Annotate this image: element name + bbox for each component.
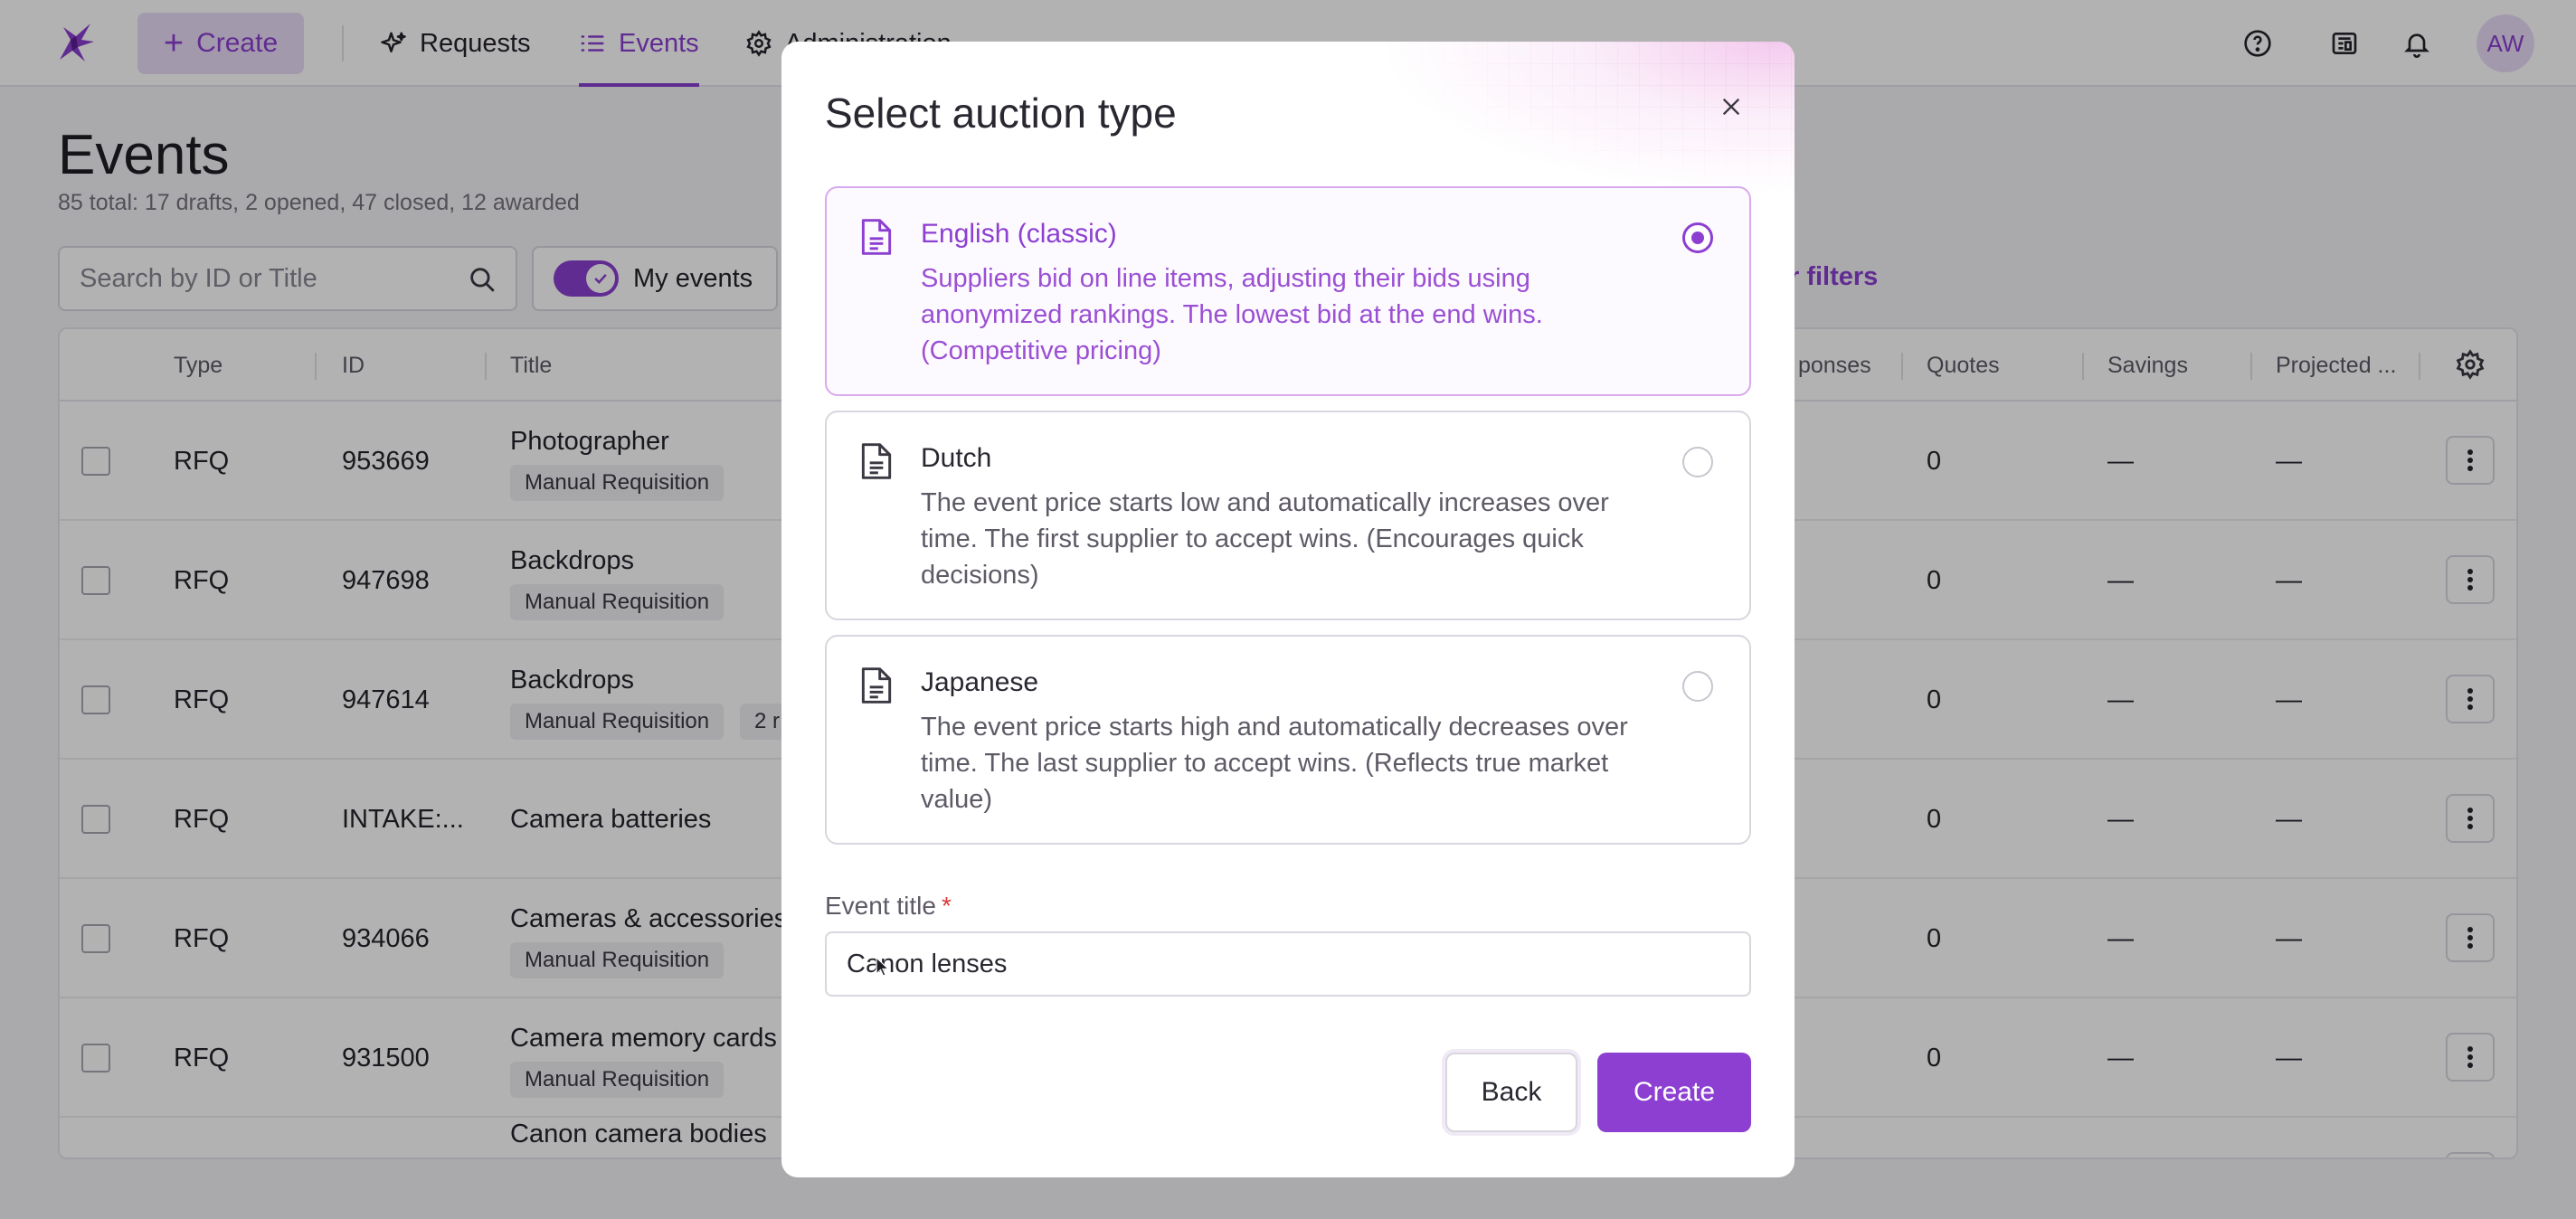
option-description: Suppliers bid on line items, adjusting t… (921, 264, 1543, 365)
dialog-title: Select auction type (825, 90, 1177, 137)
create-event-button[interactable]: Create (1597, 1053, 1751, 1132)
document-icon (861, 443, 892, 479)
option-title: English (classic) (921, 219, 1117, 249)
mouse-cursor-icon (876, 957, 890, 977)
document-icon (861, 667, 892, 704)
option-title: Dutch (921, 443, 992, 473)
event-title-label: Event title * (825, 892, 952, 921)
required-marker: * (941, 892, 952, 920)
document-icon (861, 219, 892, 255)
auction-option-dutch[interactable]: Dutch The event price starts low and aut… (825, 411, 1751, 620)
option-radio[interactable] (1682, 222, 1713, 253)
auction-option-english[interactable]: English (classic) Suppliers bid on line … (825, 186, 1751, 396)
option-radio[interactable] (1682, 671, 1713, 702)
option-description: The event price starts high and automati… (921, 713, 1628, 814)
option-title: Japanese (921, 667, 1039, 697)
event-title-label-text: Event title (825, 892, 936, 920)
option-description: The event price starts low and automatic… (921, 488, 1609, 590)
option-radio[interactable] (1682, 447, 1713, 477)
back-button[interactable]: Back (1445, 1053, 1577, 1132)
auction-option-japanese[interactable]: Japanese The event price starts high and… (825, 635, 1751, 845)
auction-type-dialog: Select auction type English (classic) Su… (781, 42, 1795, 1177)
close-icon[interactable] (1713, 89, 1749, 125)
event-title-input[interactable] (825, 931, 1751, 997)
